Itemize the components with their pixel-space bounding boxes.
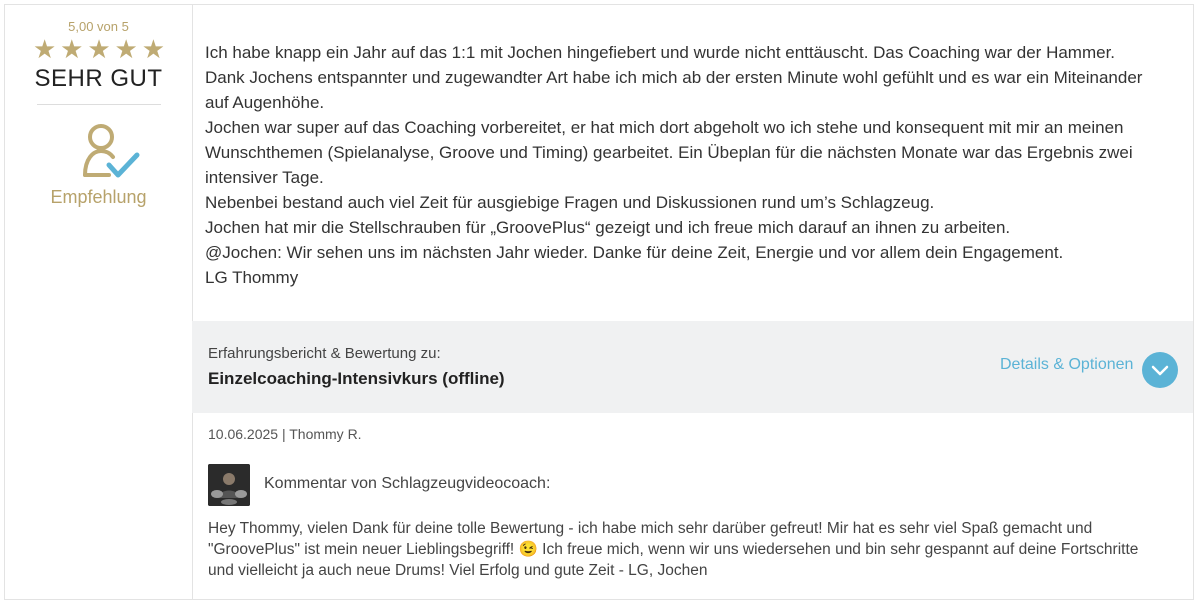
review-main: Ich habe knapp ein Jahr auf das 1:1 mit … <box>192 5 1193 599</box>
divider <box>37 104 161 105</box>
star-icon: ★ <box>60 34 84 64</box>
review-card: 5,00 von 5 ★ ★ ★ ★ ★ SEHR GUT Empfehlung… <box>4 4 1194 600</box>
star-icon: ★ <box>87 34 111 64</box>
avatar-image <box>208 464 250 506</box>
review-line: Dank Jochens entspannter und zugewandter… <box>205 68 1143 112</box>
review-text: Ich habe knapp ein Jahr auf das 1:1 mit … <box>205 40 1165 290</box>
star-icon: ★ <box>141 34 165 64</box>
rating-score: 5,00 von 5 <box>68 19 129 34</box>
review-date-author: 10.06.2025 | Thommy R. <box>208 426 362 442</box>
review-line: @Jochen: Wir sehen uns im nächsten Jahr … <box>205 243 1064 262</box>
details-toggle-button[interactable] <box>1142 352 1178 388</box>
course-title: Einzelcoaching-Intensivkurs (offline) <box>208 369 505 388</box>
star-icon: ★ <box>33 34 57 64</box>
review-line: Ich habe knapp ein Jahr auf das 1:1 mit … <box>205 43 1116 62</box>
rating-panel: 5,00 von 5 ★ ★ ★ ★ ★ SEHR GUT Empfehlung <box>5 5 193 599</box>
rating-grade: SEHR GUT <box>34 65 163 92</box>
review-line: Jochen hat mir die Stellschrauben für „G… <box>205 218 1011 237</box>
user-check-icon <box>83 124 140 178</box>
coach-avatar <box>208 464 250 506</box>
star-rating: ★ ★ ★ ★ ★ <box>33 35 165 63</box>
review-line: Jochen war super auf das Coaching vorber… <box>205 118 1133 187</box>
course-label: Erfahrungsbericht & Bewertung zu: <box>208 345 441 362</box>
course-band: Erfahrungsbericht & Bewertung zu: Einzel… <box>192 321 1193 413</box>
reply-heading: Kommentar von Schlagzeugvideocoach: <box>264 475 551 492</box>
details-link[interactable]: Details & Optionen <box>1000 356 1133 374</box>
review-line: LG Thommy <box>205 268 299 287</box>
chevron-down-icon <box>1151 365 1169 376</box>
reply-text: Hey Thommy, vielen Dank für deine tolle … <box>208 520 1139 579</box>
star-icon: ★ <box>114 34 138 64</box>
review-line: Nebenbei bestand auch viel Zeit für ausg… <box>205 193 935 212</box>
recommendation-label: Empfehlung <box>50 187 147 207</box>
